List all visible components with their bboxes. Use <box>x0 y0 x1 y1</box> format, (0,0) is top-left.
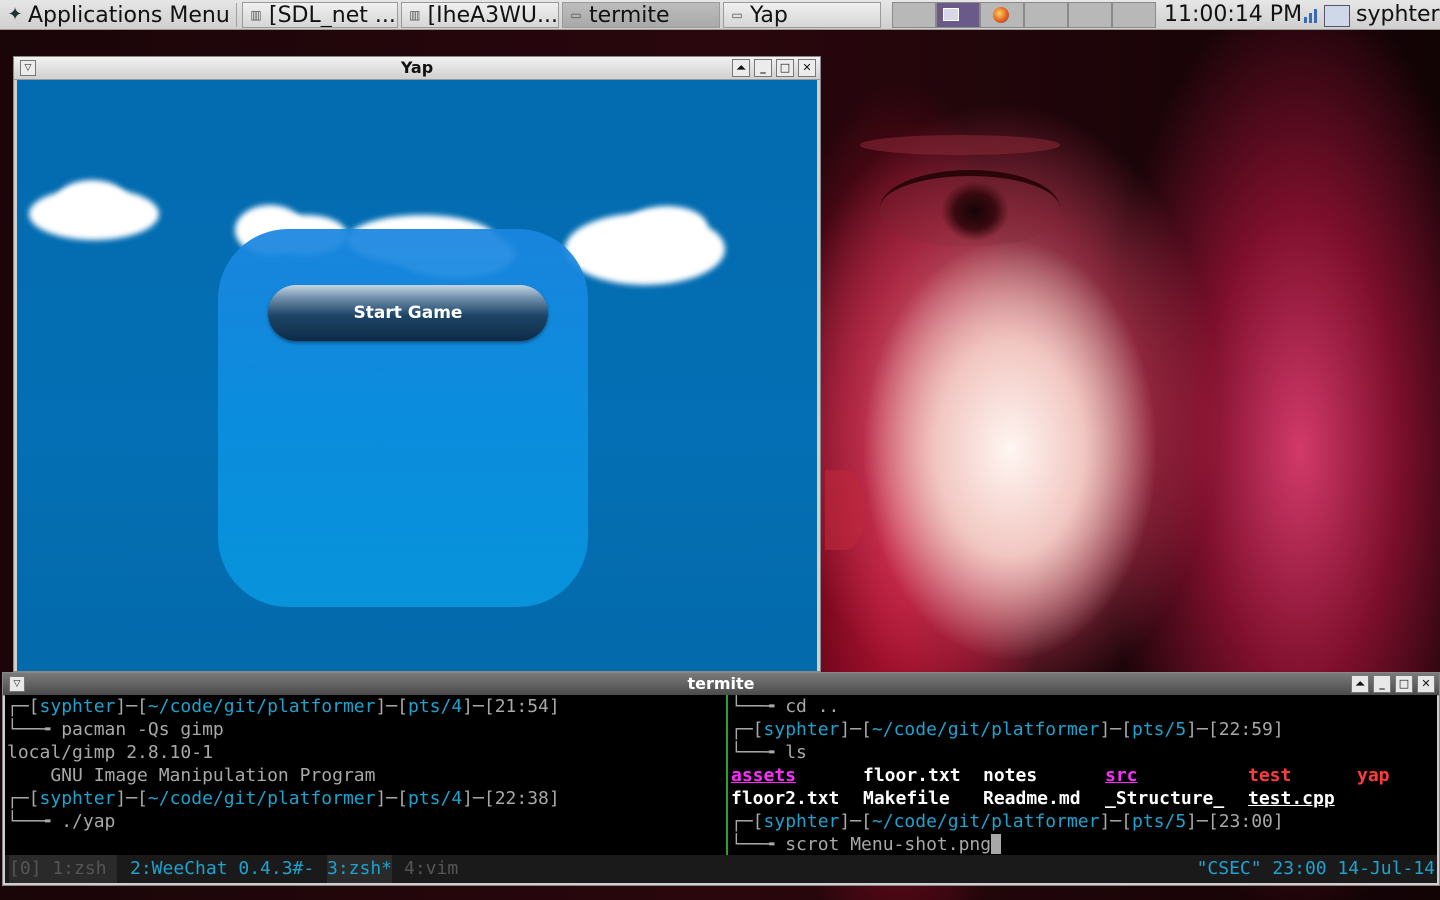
window-buttons: ⏶ _ □ ✕ <box>1347 675 1435 693</box>
cloud <box>57 180 127 220</box>
wallpaper-eye <box>880 170 1060 246</box>
start-game-button[interactable]: Start Game <box>268 285 548 341</box>
cloud <box>627 206 707 246</box>
command-line: └──╼ ./yap <box>7 811 116 832</box>
tmux-status-right: "CSEC" 23:00 14-Jul-14 <box>1196 858 1435 879</box>
tmux-pane-right[interactable]: └──╼ cd .. ┌─[syphter]─[~/code/git/platf… <box>731 695 1437 855</box>
maximize-icon[interactable]: □ <box>1395 675 1413 693</box>
prompt-line: ┌─[syphter]─[~/code/git/platformer]─[pts… <box>7 788 560 809</box>
tmux-window-3[interactable]: 3:zsh* <box>327 855 393 883</box>
command-line: └──╼ ls <box>731 742 807 763</box>
window-menu-icon[interactable]: ▽ <box>20 60 36 76</box>
ls-entry: Makefile <box>863 788 950 809</box>
command-line: └──╼ cd .. <box>731 696 840 717</box>
workspace-6[interactable] <box>1112 2 1156 28</box>
prompt-line: ┌─[syphter]─[~/code/git/platformer]─[pts… <box>731 811 1284 832</box>
network-icon[interactable] <box>1302 5 1320 25</box>
maximize-icon[interactable]: □ <box>776 59 794 77</box>
workspace-1[interactable] <box>892 2 936 28</box>
top-panel: ✦ Applications Menu ▥ [SDL_net ... ▥ [Ih… <box>0 0 1440 30</box>
ls-entry: test <box>1248 765 1292 786</box>
taskbar-item-sdl-net[interactable]: ▥ [SDL_net ... <box>242 2 398 28</box>
workspace-5[interactable] <box>1068 2 1112 28</box>
termite-titlebar[interactable]: ▽ termite ⏶ _ □ ✕ <box>3 673 1439 696</box>
termite-window: ▽ termite ⏶ _ □ ✕ ┌─[syphter]─[~/code/gi… <box>2 672 1440 886</box>
window-title: termite <box>687 674 755 693</box>
applications-menu-button[interactable]: ✦ Applications Menu <box>4 0 230 30</box>
terminal-icon: ▥ <box>409 8 421 22</box>
tmux-pane-divider[interactable] <box>726 695 728 855</box>
firefox-icon <box>993 7 1009 23</box>
terminal-icon: ▥ <box>250 8 262 22</box>
ls-entry: test.cpp <box>1248 788 1335 809</box>
ls-output-row: assets floor.txt notes src test yap <box>731 764 1437 787</box>
ls-entry: Readme.md <box>983 788 1081 809</box>
terminal-content[interactable]: ┌─[syphter]─[~/code/git/platformer]─[pts… <box>5 695 1437 883</box>
tmux-window-2[interactable]: 2:WeeChat 0.4.3#- <box>130 855 314 883</box>
ls-entry: _Structure_ <box>1105 788 1225 809</box>
close-icon[interactable]: ✕ <box>1417 675 1435 693</box>
ls-entry: floor2.txt <box>731 788 840 809</box>
taskbar-item-label: Yap <box>750 2 788 28</box>
taskbar-item-label: [IheA3WU... <box>427 2 558 28</box>
command-line: └──╼ pacman -Qs gimp <box>7 719 224 740</box>
game-canvas[interactable]: Start Game <box>17 80 817 671</box>
workspace-window-thumb <box>943 8 959 21</box>
yap-titlebar[interactable]: ▽ Yap ⏶ _ □ ✕ <box>14 57 820 80</box>
ls-output-row: floor2.txt Makefile Readme.md _Structure_ te… <box>731 787 1437 810</box>
wallpaper-lip <box>825 470 865 550</box>
window-icon: ▭ <box>731 8 743 22</box>
tmux-window-0[interactable]: [0] 1:zsh <box>9 855 118 883</box>
window-buttons: ⏶ _ □ ✕ <box>728 59 816 77</box>
window-icon: ▭ <box>570 8 582 22</box>
window-menu-icon[interactable]: ▽ <box>9 676 25 692</box>
taskbar-item-termite[interactable]: ▭ termite <box>562 2 720 28</box>
yap-window: ▽ Yap ⏶ _ □ ✕ Start Game <box>13 56 821 672</box>
tmux-pane-left[interactable]: ┌─[syphter]─[~/code/git/platformer]─[pts… <box>7 695 725 855</box>
panel-separator <box>236 3 237 27</box>
prompt-line: ┌─[syphter]─[~/code/git/platformer]─[pts… <box>7 696 560 717</box>
workspace-3[interactable] <box>980 2 1024 28</box>
ls-entry: assets <box>731 765 797 786</box>
taskbar-item-label: termite <box>589 2 670 28</box>
taskbar-item-ihea3wu[interactable]: ▥ [IheA3WU... <box>401 2 559 28</box>
applications-menu-label: Applications Menu <box>28 2 230 28</box>
workspace-2[interactable] <box>936 2 980 28</box>
taskbar-item-label: [SDL_net ... <box>269 2 396 28</box>
panel-clock[interactable]: 11:00:14 PM <box>1164 0 1302 30</box>
ls-entry: src <box>1105 765 1138 786</box>
window-title: Yap <box>400 58 434 77</box>
command-line: └──╼ scrot Menu-shot.png <box>731 833 1437 855</box>
output-line: local/gimp 2.8.10-1 <box>7 742 213 763</box>
xfce-mouse-icon: ✦ <box>7 4 23 25</box>
ls-entry: notes <box>983 765 1038 786</box>
close-icon[interactable]: ✕ <box>798 59 816 77</box>
prompt-line: ┌─[syphter]─[~/code/git/platformer]─[pts… <box>731 719 1284 740</box>
taskbar-item-yap[interactable]: ▭ Yap <box>723 2 881 28</box>
minimize-icon[interactable]: _ <box>754 59 772 77</box>
shade-icon[interactable]: ⏶ <box>732 59 750 77</box>
workspace-4[interactable] <box>1024 2 1068 28</box>
network-manager-icon[interactable] <box>1324 5 1350 27</box>
ls-entry: yap <box>1357 765 1390 786</box>
shade-icon[interactable]: ⏶ <box>1351 675 1369 693</box>
minimize-icon[interactable]: _ <box>1373 675 1391 693</box>
tmux-status-bar: [0] 1:zsh 2:WeeChat 0.4.3#- 3:zsh* 4:vim… <box>5 855 1437 883</box>
terminal-cursor <box>991 834 1002 854</box>
wallpaper-brow <box>860 135 1060 155</box>
panel-username[interactable]: syphter <box>1356 0 1440 30</box>
output-line: GNU Image Manipulation Program <box>7 765 376 786</box>
ls-entry: floor.txt <box>863 765 961 786</box>
tmux-window-4[interactable]: 4:vim <box>404 855 458 883</box>
